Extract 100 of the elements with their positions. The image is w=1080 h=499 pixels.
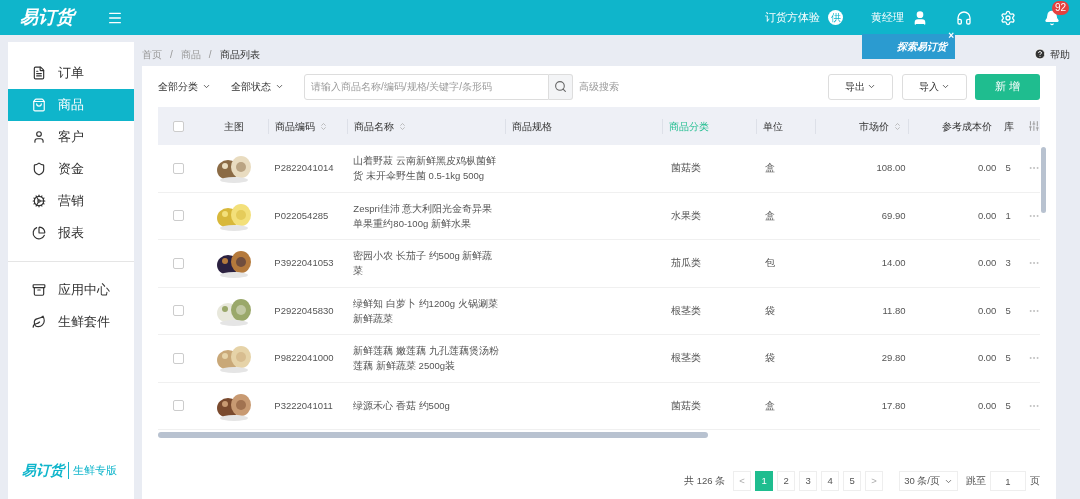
table-cell: 5 xyxy=(1005,162,1011,174)
sidebar-item[interactable]: 资金 xyxy=(8,153,134,185)
table-cell: P9822041000 xyxy=(274,352,334,364)
row-checkbox[interactable] xyxy=(173,162,185,174)
product-name[interactable]: 密园小农 长茄子 约500g 新鲜蔬菜 xyxy=(353,248,502,279)
page-button[interactable]: 2 xyxy=(777,471,796,491)
table-cell: P2922045830 xyxy=(274,304,334,316)
gear-icon xyxy=(32,194,46,208)
product-name[interactable]: 新鲜莲藕 嫩莲藕 九孔莲藕煲汤粉莲藕 新鲜蔬菜 2500g装 xyxy=(353,343,502,374)
footer-logo: 易订货 xyxy=(22,461,64,480)
import-button[interactable]: 导入 xyxy=(902,73,967,100)
product-name[interactable]: Zespri佳沛 意大利阳光金奇异果单果重约80-100g 新鲜水果 xyxy=(353,200,502,231)
sort-icon[interactable] xyxy=(318,121,328,131)
table-cell: 0.00 xyxy=(977,256,997,271)
leaf-icon xyxy=(32,315,46,329)
select-all-checkbox[interactable] xyxy=(173,120,185,132)
notification-badge: 92 xyxy=(1052,0,1070,15)
row-checkbox[interactable] xyxy=(173,257,185,269)
search-field[interactable]: 请输入商品名称/编码/规格/关键字/条形码 xyxy=(304,73,549,100)
row-checkbox[interactable] xyxy=(173,305,185,317)
row-checkbox[interactable] xyxy=(173,210,185,222)
search-icon xyxy=(554,80,567,93)
table-cell: 14.00 xyxy=(881,256,906,271)
row-checkbox[interactable] xyxy=(173,400,185,412)
table-cell: P022054285 xyxy=(274,209,329,221)
logo: 易订货 xyxy=(20,4,95,31)
chevron-icon xyxy=(867,82,876,91)
filter-dropdown[interactable]: 全部状态 xyxy=(231,79,284,94)
sidebar-item[interactable]: 订单 xyxy=(8,57,134,89)
column-header[interactable]: 市场价 xyxy=(858,118,889,134)
experience-badge: 供 xyxy=(828,10,843,25)
column-header[interactable]: 商品名称 xyxy=(353,118,394,134)
table-cell: 菌菇类 xyxy=(670,399,701,411)
filter-dropdown[interactable]: 全部分类 xyxy=(158,79,211,94)
goto-suffix: 页 xyxy=(1030,473,1040,488)
headset-icon[interactable] xyxy=(956,9,972,26)
table-cell: 5 xyxy=(1005,352,1011,364)
archive-icon xyxy=(32,283,46,297)
table-cell: 包 xyxy=(764,257,775,269)
goto-field[interactable]: 1 xyxy=(990,471,1026,491)
table-cell: 水果类 xyxy=(670,209,701,221)
product-name[interactable]: 绿源禾心 香菇 约500g xyxy=(353,398,502,414)
sidebar-item[interactable]: 报表 xyxy=(8,217,134,249)
column-settings-icon[interactable] xyxy=(1028,120,1040,132)
page-button[interactable]: 4 xyxy=(821,471,840,491)
table-cell: 108.00 xyxy=(876,161,906,176)
person-icon xyxy=(32,130,46,144)
breadcrumb-separator: / xyxy=(208,47,212,62)
table-cell: 11.80 xyxy=(882,303,906,318)
page-button[interactable]: 5 xyxy=(843,471,862,491)
table-cell: 69.90 xyxy=(881,208,906,223)
export-button[interactable]: 导出 xyxy=(828,73,893,100)
breadcrumb-item: 商品列表 xyxy=(219,47,260,62)
table-cell: 17.80 xyxy=(881,398,906,413)
table-cell: 0.00 xyxy=(977,398,997,413)
sidebar-item[interactable]: 生鲜套件 xyxy=(8,306,134,338)
search-button[interactable] xyxy=(549,73,573,100)
page-size-dropdown[interactable]: 30 条/页 xyxy=(899,471,958,491)
shield-icon xyxy=(32,162,46,176)
sidebar-item[interactable]: 营销 xyxy=(8,185,134,217)
breadcrumb-separator: / xyxy=(170,47,173,62)
column-header: 库 xyxy=(1004,119,1015,134)
table-cell: 0.00 xyxy=(977,303,997,318)
vertical-scrollbar xyxy=(1041,147,1046,213)
table-cell: 袋 xyxy=(764,304,775,316)
column-header: 商品规格 xyxy=(512,119,553,134)
column-header: 主图 xyxy=(223,119,244,134)
footer-label: 生鲜专版 xyxy=(68,462,117,479)
table-cell: 菌菇类 xyxy=(670,162,701,174)
help-icon[interactable] xyxy=(1034,48,1046,60)
chevron-icon xyxy=(275,82,284,91)
table-cell: 盒 xyxy=(764,162,775,174)
document-icon xyxy=(32,66,46,80)
product-name[interactable]: 山着野菽 云南新鲜黑皮鸡枞菌鲜货 未开伞野生菌 0.5-1kg 500g xyxy=(353,153,502,184)
sort-icon[interactable] xyxy=(892,121,902,131)
product-name[interactable]: 绿鲜知 白萝卜 约1200g 火锅涮菜新鲜蔬菜 xyxy=(353,295,502,326)
chevron-icon xyxy=(941,82,950,91)
column-header[interactable]: 商品编码 xyxy=(274,118,315,134)
sidebar-item[interactable]: 应用中心 xyxy=(8,274,134,306)
pie-chart-icon xyxy=(32,226,46,240)
table-cell: P2822041014 xyxy=(274,162,334,174)
table-cell: 0.00 xyxy=(977,208,997,223)
table-cell: 盒 xyxy=(764,209,775,221)
table-cell: 盒 xyxy=(764,399,775,411)
table-cell: 29.80 xyxy=(881,351,906,366)
column-header: 商品分类 xyxy=(669,119,710,134)
bag-icon xyxy=(32,98,46,112)
user-icon[interactable] xyxy=(912,9,928,26)
table-cell: 5 xyxy=(1005,304,1011,316)
help-link[interactable]: 帮助 xyxy=(1050,46,1070,62)
column-header: 单位 xyxy=(762,119,783,134)
row-checkbox[interactable] xyxy=(173,352,185,364)
total-count: 共 126 条 xyxy=(684,473,726,488)
sort-icon[interactable] xyxy=(397,121,407,131)
settings-icon[interactable] xyxy=(1000,9,1016,26)
page-button[interactable]: 3 xyxy=(799,471,818,491)
sidebar-item[interactable]: 客户 xyxy=(8,121,134,153)
table-cell: 根茎类 xyxy=(670,352,701,364)
table-cell: 袋 xyxy=(764,352,775,364)
bell-icon[interactable] xyxy=(1044,9,1060,26)
